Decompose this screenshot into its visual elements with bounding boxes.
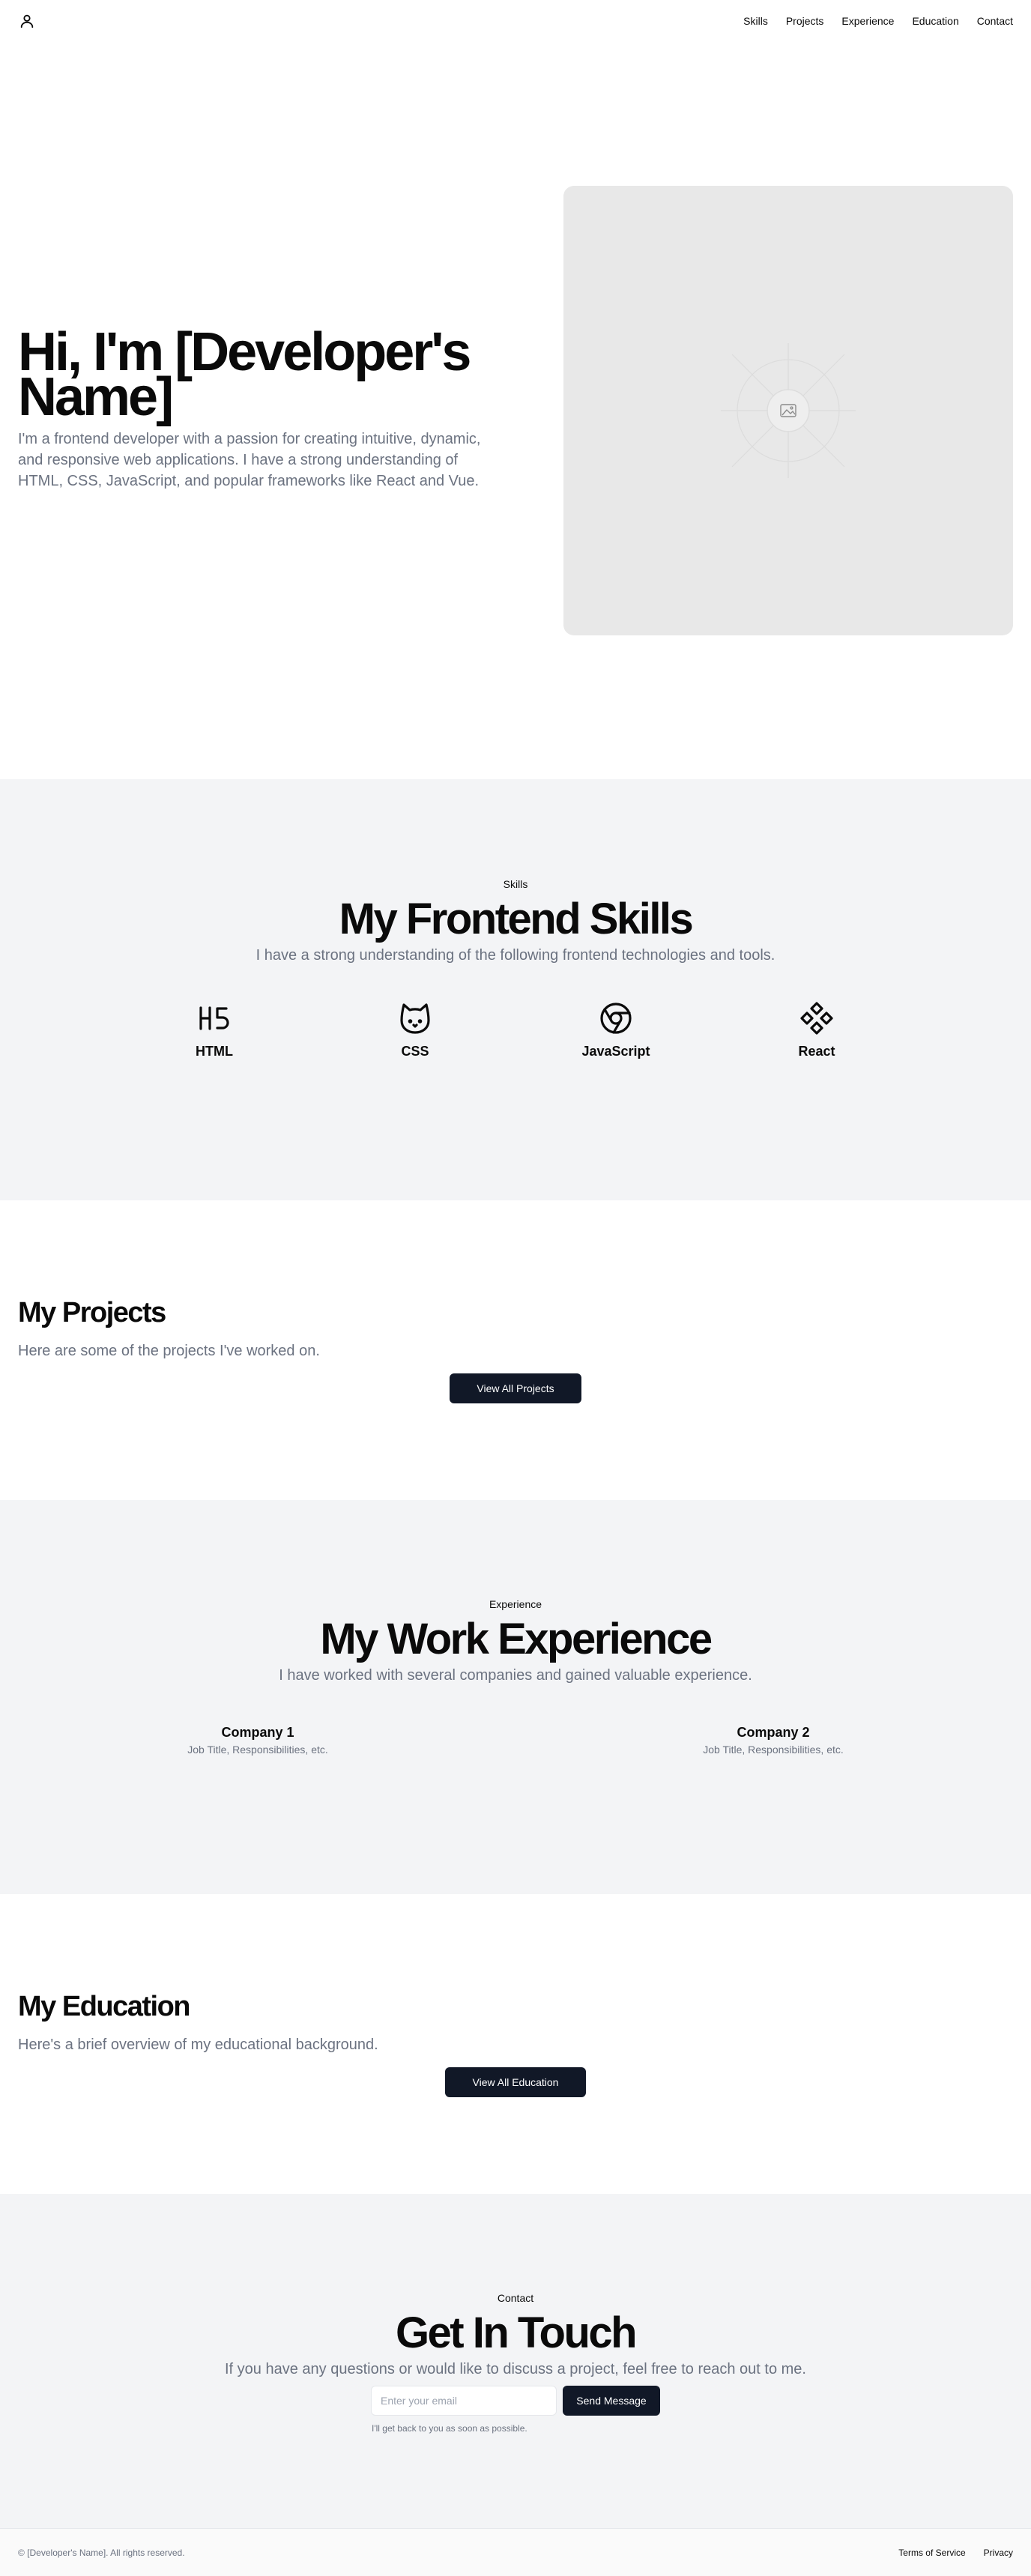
education-section: My Education Here's a brief overview of … (0, 1894, 1031, 2194)
skill-name: CSS (401, 1044, 429, 1059)
experience-subtitle: I have worked with several companies and… (279, 1667, 752, 1684)
experience-tag: Experience (489, 1598, 542, 1610)
experience-item: Company 2 Job Title, Responsibilities, e… (516, 1725, 1031, 1756)
terms-of-service-link[interactable]: Terms of Service (898, 2548, 965, 2558)
hero-section: Hi, I'm [Developer's Name] I'm a fronten… (0, 42, 1031, 779)
contact-subtitle: If you have any questions or would like … (225, 2361, 806, 2377)
education-subtitle: Here's a brief overview of my educationa… (18, 2037, 378, 2053)
skill-name: JavaScript (581, 1044, 650, 1059)
chrome-icon (600, 1003, 632, 1034)
footer-links: Terms of Service Privacy (898, 2548, 1013, 2558)
contact-section: Contact Get In Touch If you have any que… (0, 2194, 1031, 2528)
hero-image-placeholder (563, 186, 1013, 635)
skill-javascript: JavaScript (516, 1000, 716, 1059)
hero-text: Hi, I'm [Developer's Name] I'm a fronten… (18, 322, 483, 492)
hero-subtitle: I'm a frontend developer with a passion … (18, 431, 481, 489)
email-input[interactable] (371, 2386, 557, 2416)
experience-item: Company 1 Job Title, Responsibilities, e… (0, 1725, 516, 1756)
education-title: My Education (18, 1991, 191, 2022)
skills-section: Skills My Frontend Skills I have a stron… (0, 779, 1031, 1200)
nav-link-contact[interactable]: Contact (977, 15, 1013, 27)
nav-link-projects[interactable]: Projects (786, 15, 824, 27)
contact-title: Get In Touch (395, 2309, 638, 2357)
projects-subtitle: Here are some of the projects I've worke… (18, 1343, 320, 1359)
experience-title: My Work Experience (320, 1615, 713, 1663)
job-details: Job Title, Responsibilities, etc. (703, 1744, 844, 1756)
projects-title: My Projects (18, 1297, 166, 1328)
image-placeholder-icon (721, 343, 856, 478)
user-icon[interactable] (18, 12, 36, 30)
experience-list: Company 1 Job Title, Responsibilities, e… (0, 1725, 1031, 1756)
skill-css: CSS (315, 1000, 516, 1059)
diamond-grid-icon (800, 1002, 833, 1035)
projects-section: My Projects Here are some of the project… (0, 1200, 1031, 1500)
cat-icon (400, 1003, 430, 1034)
skills-subtitle: I have a strong understanding of the fol… (256, 947, 775, 964)
site-header: Skills Projects Experience Education Con… (0, 0, 1031, 42)
skill-html: HTML (114, 1000, 315, 1059)
job-details: Job Title, Responsibilities, etc. (187, 1744, 328, 1756)
skill-name: HTML (196, 1044, 233, 1059)
send-message-button[interactable]: Send Message (563, 2386, 660, 2416)
html5-icon (199, 1006, 229, 1030)
site-footer: © [Developer's Name]. All rights reserve… (0, 2528, 1031, 2576)
privacy-link[interactable]: Privacy (984, 2548, 1013, 2558)
view-all-projects-button[interactable]: View All Projects (450, 1373, 581, 1403)
skills-title: My Frontend Skills (339, 895, 694, 943)
skill-react: React (716, 1000, 917, 1059)
skills-list: HTML CSS JavaScript React (0, 1000, 1031, 1059)
experience-section: Experience My Work Experience I have wor… (0, 1500, 1031, 1894)
main-nav: Skills Projects Experience Education Con… (743, 15, 1013, 27)
skills-tag: Skills (503, 878, 528, 890)
contact-tag: Contact (497, 2292, 534, 2304)
nav-link-experience[interactable]: Experience (841, 15, 894, 27)
company-name: Company 2 (737, 1725, 810, 1740)
copyright-text: © [Developer's Name]. All rights reserve… (18, 2547, 185, 2558)
contact-note: I'll get back to you as soon as possible… (372, 2423, 527, 2434)
view-all-education-button[interactable]: View All Education (445, 2067, 586, 2097)
hero-title: Hi, I'm [Developer's Name] (18, 322, 471, 427)
nav-link-skills[interactable]: Skills (743, 15, 768, 27)
contact-form: Send Message (0, 2386, 1031, 2416)
skill-name: React (798, 1044, 835, 1059)
company-name: Company 1 (221, 1725, 294, 1740)
nav-link-education[interactable]: Education (912, 15, 958, 27)
